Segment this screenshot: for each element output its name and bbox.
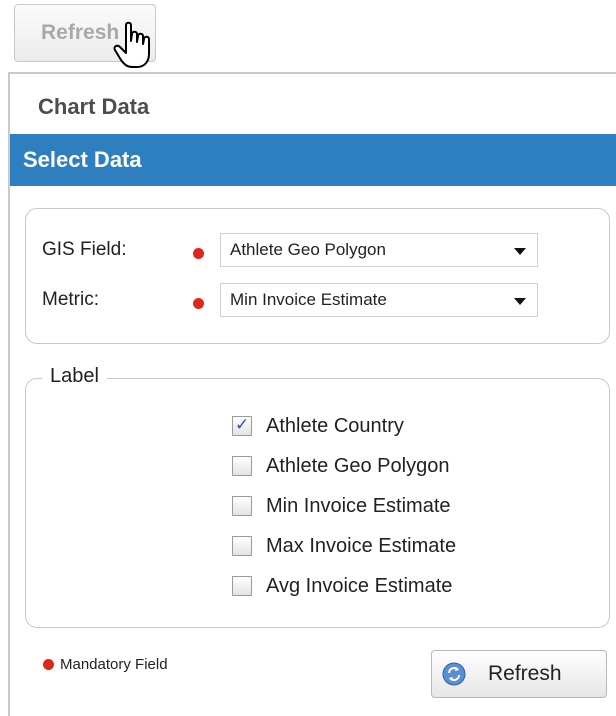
gis-field-select[interactable]: Athlete Geo Polygon bbox=[220, 233, 538, 267]
checkbox[interactable] bbox=[232, 415, 252, 436]
label-group-legend: Label bbox=[42, 365, 107, 388]
label-option-avg-invoice-estimate[interactable]: Avg Invoice Estimate bbox=[232, 573, 452, 599]
label-option-athlete-country[interactable]: Athlete Country bbox=[232, 413, 404, 439]
checkbox[interactable] bbox=[232, 456, 252, 476]
label-option-text: Athlete Geo Polygon bbox=[266, 454, 450, 477]
hand-pointer-icon bbox=[113, 21, 150, 68]
metric-select[interactable]: Min Invoice Estimate bbox=[220, 283, 538, 317]
checkbox[interactable] bbox=[232, 496, 252, 516]
label-group: Label Athlete Country Athlete Geo Polygo… bbox=[25, 365, 610, 628]
required-dot-icon bbox=[43, 659, 54, 670]
chart-data-panel: Chart Data Select Data GIS Field: Athlet… bbox=[8, 72, 616, 716]
required-dot-icon bbox=[193, 298, 204, 309]
top-refresh-label: Refresh bbox=[41, 21, 120, 44]
select-data-header: Select Data bbox=[10, 134, 616, 186]
refresh-icon bbox=[442, 662, 466, 686]
panel-title: Chart Data bbox=[38, 94, 150, 119]
metric-value: Min Invoice Estimate bbox=[230, 290, 387, 309]
checkbox[interactable] bbox=[232, 536, 252, 556]
label-option-text: Avg Invoice Estimate bbox=[266, 574, 453, 597]
label-option-min-invoice-estimate[interactable]: Min Invoice Estimate bbox=[232, 493, 451, 519]
chevron-down-icon bbox=[514, 298, 526, 305]
mandatory-text: Mandatory Field bbox=[60, 656, 168, 673]
mandatory-legend: Mandatory Field bbox=[43, 656, 168, 673]
checkbox[interactable] bbox=[232, 576, 252, 596]
chevron-down-icon bbox=[514, 248, 526, 255]
label-option-max-invoice-estimate[interactable]: Max Invoice Estimate bbox=[232, 533, 456, 559]
gis-field-value: Athlete Geo Polygon bbox=[230, 240, 386, 259]
fields-group: GIS Field: Athlete Geo Polygon Metric: M… bbox=[25, 208, 610, 344]
required-dot-icon bbox=[193, 248, 204, 259]
refresh-button[interactable]: Refresh bbox=[431, 650, 607, 698]
label-option-text: Max Invoice Estimate bbox=[266, 534, 457, 557]
label-option-text: Min Invoice Estimate bbox=[266, 494, 451, 517]
metric-label: Metric: bbox=[42, 289, 99, 310]
refresh-label: Refresh bbox=[488, 662, 562, 685]
gis-field-label: GIS Field: bbox=[42, 239, 127, 260]
select-data-label: Select Data bbox=[23, 147, 142, 172]
label-option-athlete-geo-polygon[interactable]: Athlete Geo Polygon bbox=[232, 453, 449, 479]
label-option-text: Athlete Country bbox=[266, 414, 404, 437]
